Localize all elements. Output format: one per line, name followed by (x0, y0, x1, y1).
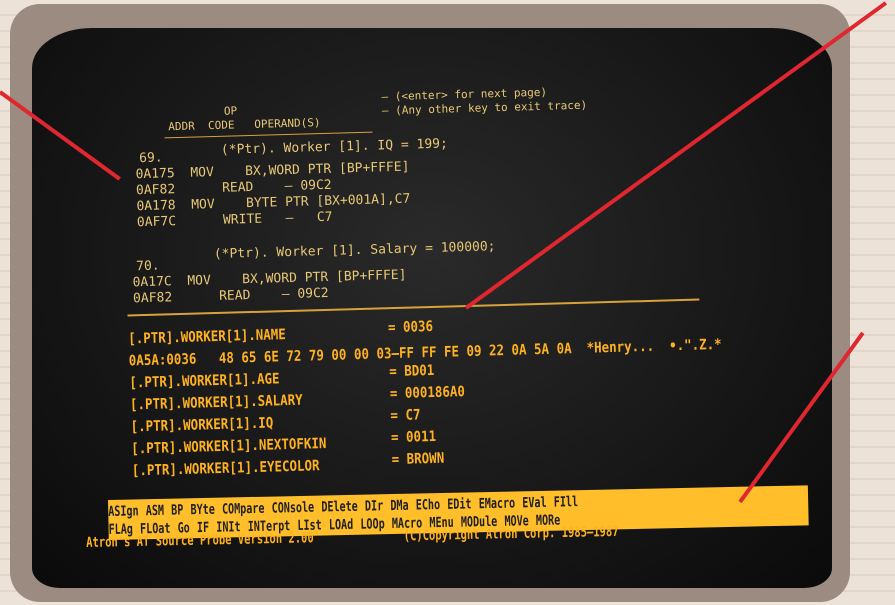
watch-name: [.PTR].WORKER[1].IQ (130, 415, 274, 436)
menu-item-dir[interactable]: DIr (365, 498, 384, 514)
trace-instruction: 0A17C MOV BX,WORD PTR [BP+FFFE] (132, 267, 407, 291)
watch-name: [.PTR].WORKER[1].SALARY (129, 392, 303, 414)
menu-item-compare[interactable]: COMpare (222, 501, 265, 518)
watch-value: = C7 (390, 407, 421, 425)
menu-item-eval[interactable]: EVal (522, 495, 547, 512)
watch-name: [.PTR].WORKER[1].AGE (129, 371, 280, 392)
source-line-number: 69. (138, 150, 163, 167)
menu-item-dma[interactable]: DMa (390, 498, 409, 514)
menu-item-asign[interactable]: ASIgn (108, 503, 139, 520)
menu-item-asm[interactable]: ASM (146, 503, 165, 519)
source-statement: (*Ptr). Worker [1]. IQ = 199; (220, 136, 449, 158)
menu-item-byte[interactable]: BYte (190, 502, 215, 519)
menu-item-echo[interactable]: ECho (416, 497, 441, 514)
menu-item-delete[interactable]: DElete (321, 499, 358, 516)
trace-instruction: 0AF7C WRITE – C7 (136, 209, 333, 231)
menu-item-edit[interactable]: EDit (447, 496, 472, 513)
header-rule (164, 131, 373, 139)
menu-item-emacro[interactable]: EMacro (479, 495, 516, 512)
watch-value: = 000186A0 (389, 384, 466, 403)
column-header: ADDR CODE OPERAND(S) (168, 116, 321, 134)
watch-window: [.PTR].WORKER[1].NAME = 0036 0A5A:0036 4… (32, 28, 823, 479)
watch-name: [.PTR].WORKER[1].NAME (127, 327, 287, 348)
watch-name: [.PTR].WORKER[1].EYECOLOR (131, 458, 320, 480)
trace-instruction: 0AF82 READ – 09C2 (132, 285, 329, 307)
watch-value: = 0011 (390, 428, 437, 447)
watch-value: = BROWN (391, 450, 445, 469)
trace-instruction: 0A175 MOV BX,WORD PTR [BP+FFFE] (135, 159, 410, 183)
watch-value: = BD01 (388, 362, 435, 381)
op-header: OP (223, 104, 238, 118)
watch-value: = 0036 (387, 318, 434, 337)
source-statement: (*Ptr). Worker [1]. Salary = 100000; (213, 239, 496, 263)
source-line-number: 70. (135, 258, 160, 275)
menu-item-fill[interactable]: FIll (554, 494, 579, 511)
menu-item-console[interactable]: CONsole (272, 500, 315, 517)
menu-item-bp[interactable]: BP (171, 502, 183, 518)
watch-name: [.PTR].WORKER[1].NEXTOFKIN (131, 435, 327, 458)
